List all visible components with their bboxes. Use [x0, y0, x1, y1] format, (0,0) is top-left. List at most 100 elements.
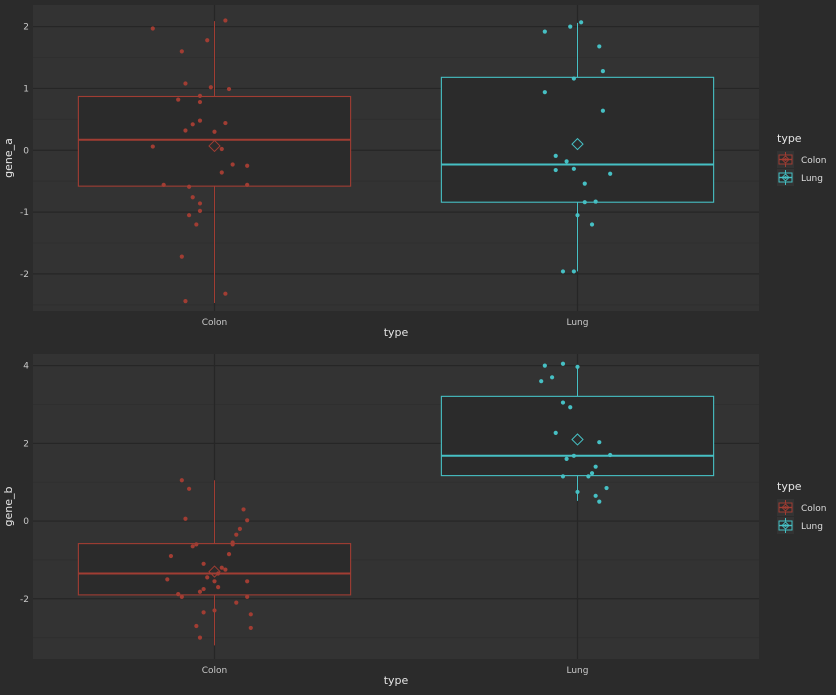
data-point	[542, 29, 547, 34]
y-axis-title: gene_a	[2, 138, 15, 178]
data-point	[197, 208, 203, 213]
data-point	[223, 18, 228, 23]
data-point	[226, 551, 232, 557]
data-point	[539, 379, 544, 384]
data-point	[150, 26, 155, 31]
data-point	[245, 594, 250, 599]
chart-canvas: -2-1012Colon Lungtypegene_a typeColonLung-…	[2, 5, 827, 687]
y-tick-label: 4	[23, 362, 29, 372]
data-point	[597, 44, 602, 49]
data-point	[575, 364, 580, 369]
data-point	[553, 430, 558, 435]
box-iqr	[77, 95, 352, 187]
x-tick-label: Colon	[202, 318, 228, 328]
data-point	[168, 553, 174, 559]
data-point	[564, 456, 569, 462]
data-point	[575, 213, 580, 218]
data-point	[190, 195, 195, 200]
data-point	[176, 97, 181, 102]
data-point	[205, 38, 210, 43]
y-tick-label: -1	[20, 208, 29, 218]
legend-title: type	[777, 132, 802, 145]
y-tick-label: -2	[20, 595, 29, 605]
legend-key-point	[784, 506, 787, 509]
data-point	[197, 93, 203, 98]
data-point	[183, 299, 188, 304]
data-point	[553, 167, 558, 173]
data-point	[212, 579, 217, 584]
data-point	[190, 122, 195, 127]
data-point	[197, 201, 203, 206]
data-point	[600, 69, 606, 74]
data-point	[179, 478, 184, 483]
data-point	[194, 222, 199, 227]
data-point	[186, 184, 192, 189]
data-point	[197, 635, 203, 640]
data-point	[201, 561, 206, 566]
data-point	[542, 363, 547, 368]
data-point	[589, 471, 595, 476]
data-point	[568, 24, 573, 29]
data-point	[183, 128, 188, 133]
data-point	[201, 610, 206, 615]
data-point	[248, 612, 253, 617]
x-axis-title: type	[384, 326, 409, 339]
data-point	[560, 400, 566, 405]
data-point	[216, 585, 221, 590]
data-point	[201, 586, 206, 592]
data-point	[564, 159, 569, 164]
data-point	[608, 171, 613, 176]
data-point	[568, 405, 573, 410]
legend: type Colon Lung	[777, 132, 827, 186]
legend: type Colon Lung	[777, 480, 827, 534]
data-point	[212, 608, 217, 613]
data-point	[571, 76, 576, 81]
data-point	[212, 129, 217, 134]
data-point	[150, 144, 155, 149]
data-point	[593, 464, 598, 469]
data-point	[245, 579, 250, 584]
data-point	[593, 199, 598, 204]
data-point	[241, 507, 246, 512]
data-point	[223, 291, 228, 296]
data-point	[165, 577, 170, 582]
data-point	[226, 86, 232, 92]
data-point	[237, 526, 243, 531]
y-tick-label: 2	[23, 439, 29, 449]
legend-key-point	[784, 176, 787, 179]
legend-title: type	[777, 480, 802, 493]
data-point	[604, 485, 609, 491]
x-axis-title: type	[384, 674, 409, 687]
legend-key-point	[784, 158, 787, 161]
y-tick-label: 2	[23, 23, 29, 33]
x-tick-label: Colon	[202, 666, 228, 676]
data-point	[597, 440, 602, 445]
data-point	[582, 200, 587, 205]
legend-label: Lung	[801, 522, 823, 532]
data-point	[197, 118, 203, 123]
data-point	[245, 518, 250, 523]
legend-label: Lung	[801, 174, 823, 184]
chart-panel-2: -2024Colon Lungtypegene_btypeColonLung	[2, 354, 827, 687]
data-point	[560, 474, 566, 479]
data-point	[179, 254, 184, 259]
data-point	[245, 163, 250, 168]
data-point	[248, 625, 253, 631]
data-point	[179, 594, 184, 599]
data-point	[183, 516, 188, 521]
box-iqr	[77, 543, 352, 596]
data-point	[560, 269, 566, 274]
data-point	[549, 375, 555, 380]
data-point	[186, 486, 192, 491]
data-point	[176, 592, 181, 597]
data-point	[560, 361, 566, 366]
data-point	[234, 532, 239, 537]
data-point	[194, 623, 199, 629]
data-point	[190, 544, 195, 549]
legend-key-colon	[777, 499, 794, 516]
x-tick-label: Lung	[567, 666, 589, 676]
data-point	[223, 567, 228, 572]
data-point	[219, 170, 224, 175]
y-tick-label: 0	[23, 517, 29, 527]
data-point	[197, 99, 203, 105]
